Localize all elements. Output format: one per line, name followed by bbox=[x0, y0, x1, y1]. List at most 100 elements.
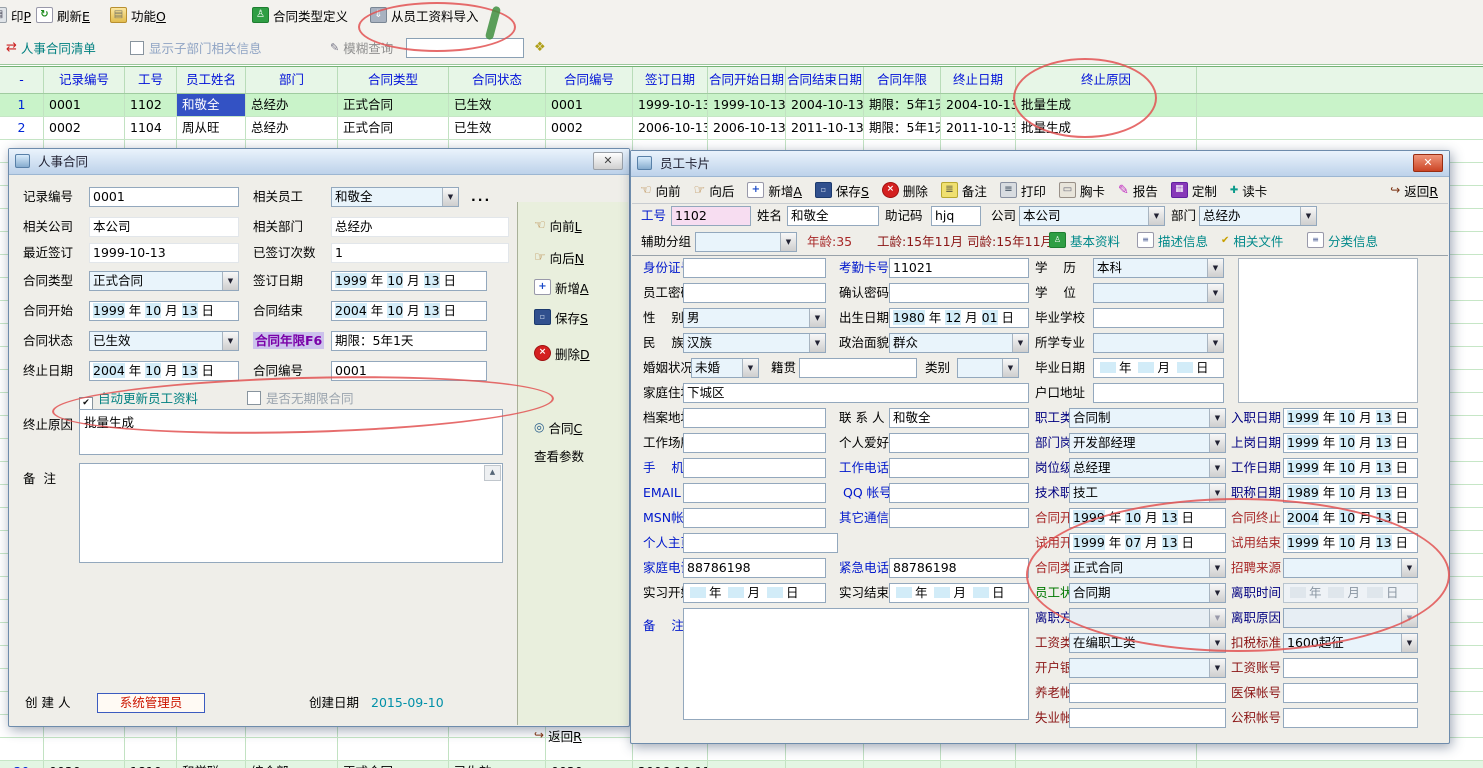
graduate-school-field[interactable] bbox=[1093, 308, 1224, 328]
chevron-down-icon[interactable]: ▼ bbox=[1209, 659, 1225, 677]
view-params-button[interactable]: 查看参数 bbox=[534, 447, 584, 467]
column-header[interactable]: 合同编号 bbox=[546, 67, 633, 93]
medical-account-field[interactable] bbox=[1283, 683, 1418, 703]
education-select[interactable]: 本科▼ bbox=[1093, 258, 1224, 278]
emp-name-field[interactable]: 和敬全 bbox=[787, 206, 879, 226]
column-header[interactable]: 工号 bbox=[125, 67, 177, 93]
registered-address-field[interactable] bbox=[1093, 383, 1224, 403]
chevron-down-icon[interactable]: ▼ bbox=[1209, 484, 1225, 502]
termination-date-field[interactable]: 2004 年 10 月 13 日 bbox=[89, 361, 239, 381]
contract-status-select[interactable]: 已生效▼ bbox=[89, 331, 239, 351]
major-select[interactable]: ▼ bbox=[1093, 333, 1224, 353]
column-header[interactable]: 部门 bbox=[246, 67, 338, 93]
chevron-down-icon[interactable]: ▼ bbox=[1209, 409, 1225, 427]
column-header[interactable]: 合同类型 bbox=[338, 67, 449, 93]
chevron-down-icon[interactable]: ▼ bbox=[1207, 334, 1223, 352]
join-date-field[interactable]: 1999 年 10 月 13 日 bbox=[1283, 408, 1418, 428]
column-header[interactable]: - bbox=[0, 67, 44, 93]
contract-button[interactable]: ◎合同C bbox=[534, 419, 582, 439]
chevron-down-icon[interactable]: ▼ bbox=[222, 272, 238, 290]
column-header[interactable]: 合同开始日期 bbox=[708, 67, 786, 93]
function-button[interactable]: ▤功能O bbox=[110, 7, 166, 27]
salary-account-field[interactable] bbox=[1283, 658, 1418, 678]
salary-category-select[interactable]: 在编职工类▼ bbox=[1069, 633, 1226, 653]
probation-start-field[interactable]: 1999 年 07 月 13 日 bbox=[1069, 533, 1226, 553]
contract-category-select[interactable]: 正式合同▼ bbox=[1069, 558, 1226, 578]
position-level-select[interactable]: 总经理▼ bbox=[1069, 458, 1226, 478]
chevron-down-icon[interactable]: ▼ bbox=[1209, 459, 1225, 477]
chevron-down-icon[interactable]: ▼ bbox=[1207, 259, 1223, 277]
no-term-checkbox[interactable]: 是否无期限合同 bbox=[247, 387, 354, 411]
refresh-button[interactable]: ↻刷新E bbox=[36, 7, 90, 27]
auto-update-checkbox[interactable]: ✔自动更新员工资料 bbox=[79, 387, 198, 411]
column-header[interactable]: 合同结束日期 bbox=[786, 67, 864, 93]
work-date-field[interactable]: 1999 年 10 月 13 日 bbox=[1283, 458, 1418, 478]
remark-textarea[interactable]: ▲ bbox=[79, 463, 503, 563]
degree-select[interactable]: ▼ bbox=[1093, 283, 1224, 303]
related-employee-more-button[interactable]: ... bbox=[471, 189, 491, 204]
unemployment-account-field[interactable] bbox=[1069, 708, 1226, 728]
probation-end-field[interactable]: 1999 年 10 月 13 日 bbox=[1283, 533, 1418, 553]
column-header[interactable]: 合同状态 bbox=[449, 67, 546, 93]
table-row[interactable]: 200021104周从旺总经办正式合同已生效00022006-10-132006… bbox=[0, 117, 1483, 140]
chevron-down-icon[interactable]: ▼ bbox=[1209, 434, 1225, 452]
related-employee-select[interactable]: 和敬全▼ bbox=[331, 187, 459, 207]
contract-dialog-titlebar[interactable]: 人事合同 ✕ bbox=[9, 149, 629, 175]
chevron-down-icon[interactable]: ▼ bbox=[1401, 634, 1417, 652]
column-header[interactable] bbox=[1197, 67, 1483, 93]
tab-related-files[interactable]: ✔相关文件 bbox=[1221, 230, 1283, 254]
ec-contract-end-field[interactable]: 2004 年 10 月 13 日 bbox=[1283, 508, 1418, 528]
chevron-down-icon[interactable]: ▼ bbox=[1209, 634, 1225, 652]
fund-account-field[interactable] bbox=[1283, 708, 1418, 728]
fuzzy-query-label[interactable]: ✎模糊查询 bbox=[330, 39, 393, 59]
chevron-down-icon[interactable]: ▼ bbox=[442, 188, 458, 206]
import-from-employee-button[interactable]: ⇓从员工资料导入 bbox=[370, 7, 479, 27]
column-header[interactable]: 员工姓名 bbox=[177, 67, 246, 93]
show-sub-dept-checkbox[interactable]: 显示子部门相关信息 bbox=[130, 39, 262, 59]
record-no-field[interactable]: 0001 bbox=[89, 187, 239, 207]
creator-value[interactable]: 系统管理员 bbox=[97, 693, 205, 713]
contract-end-field[interactable]: 2004 年 10 月 13 日 bbox=[331, 301, 487, 321]
chevron-down-icon[interactable]: ▼ bbox=[1401, 559, 1417, 577]
column-header[interactable]: 记录编号 bbox=[44, 67, 125, 93]
pension-account-field[interactable] bbox=[1069, 683, 1226, 703]
contract-type-define-button[interactable]: ♙合同类型定义 bbox=[252, 7, 348, 27]
scroll-up-icon[interactable]: ▲ bbox=[484, 465, 501, 481]
employee-status-select[interactable]: 合同期▼ bbox=[1069, 583, 1226, 603]
bank-select[interactable]: ▼ bbox=[1069, 658, 1226, 678]
contract-term-field[interactable]: 期限：5年1天 bbox=[331, 331, 487, 351]
terminate-reason-textarea[interactable]: 批量生成 bbox=[79, 409, 503, 455]
sign-date-field[interactable]: 1999 年 10 月 13 日 bbox=[331, 271, 487, 291]
department-select[interactable]: 总经办▼ bbox=[1199, 206, 1317, 226]
title-date-field[interactable]: 1989 年 10 月 13 日 bbox=[1283, 483, 1418, 503]
company-select[interactable]: 本公司▼ bbox=[1019, 206, 1165, 226]
chevron-down-icon[interactable]: ▼ bbox=[1209, 559, 1225, 577]
column-header[interactable]: 签订日期 bbox=[633, 67, 708, 93]
chevron-down-icon[interactable]: ▼ bbox=[780, 233, 796, 251]
staff-category-select[interactable]: 合同制▼ bbox=[1069, 408, 1226, 428]
dept-position-select[interactable]: 开发部经理▼ bbox=[1069, 433, 1226, 453]
tab-basic-info[interactable]: ♙基本资料 bbox=[1049, 230, 1120, 254]
contract-no-field[interactable]: 0001 bbox=[331, 361, 487, 381]
contract-type-select[interactable]: 正式合同▼ bbox=[89, 271, 239, 291]
table-row[interactable]: 100011102和敬全总经办正式合同已生效00011999-10-131999… bbox=[0, 94, 1483, 117]
recruit-source-select[interactable]: ▼ bbox=[1283, 558, 1418, 578]
mnemonic-field[interactable]: hjq bbox=[931, 206, 981, 226]
chevron-down-icon[interactable]: ▼ bbox=[1148, 207, 1164, 225]
chevron-down-icon[interactable]: ▼ bbox=[1209, 584, 1225, 602]
table-row[interactable]: 3000301810和学聪综合部正式合同已生效00302006-10-13 bbox=[0, 761, 1483, 768]
chevron-down-icon[interactable]: ▼ bbox=[1300, 207, 1316, 225]
contract-start-field[interactable]: 1999 年 10 月 13 日 bbox=[89, 301, 239, 321]
return-button[interactable]: ↪返回R bbox=[534, 727, 582, 747]
aux-group-select[interactable]: ▼ bbox=[695, 232, 797, 252]
tab-description-info[interactable]: ≡描述信息 bbox=[1137, 230, 1208, 254]
graduation-date-field[interactable]: 年 月 日 bbox=[1093, 358, 1224, 378]
ec-contract-start-field[interactable]: 1999 年 10 月 13 日 bbox=[1069, 508, 1226, 528]
tech-title-select[interactable]: 技工▼ bbox=[1069, 483, 1226, 503]
close-icon[interactable]: ✕ bbox=[593, 152, 623, 170]
tax-standard-select[interactable]: 1600起征▼ bbox=[1283, 633, 1418, 653]
column-header[interactable]: 终止日期 bbox=[941, 67, 1016, 93]
print-button[interactable]: ▤印P bbox=[0, 7, 31, 27]
emp-no-field[interactable]: 1102 bbox=[671, 206, 751, 226]
column-header[interactable]: 终止原因 bbox=[1016, 67, 1197, 93]
